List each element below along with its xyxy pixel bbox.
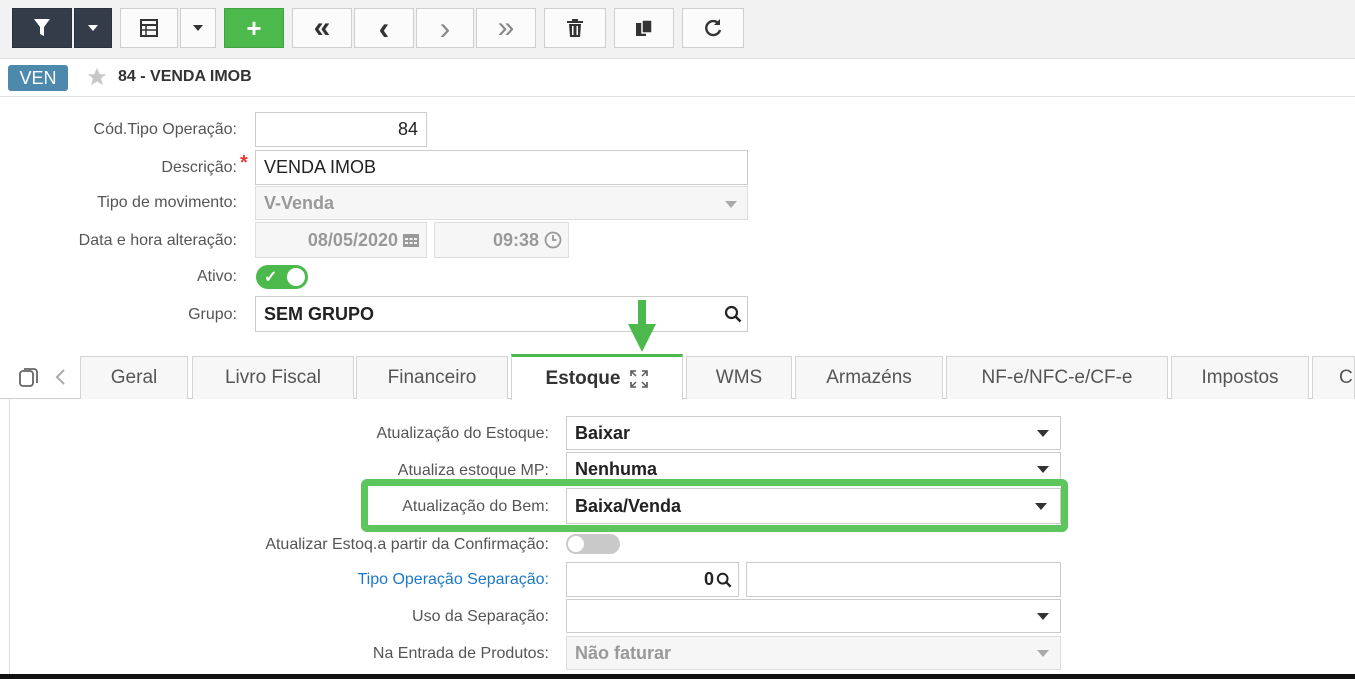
data-alteracao-value: 08/05/2020	[307, 229, 398, 250]
atualizacao-estoque-caret-icon	[1037, 430, 1049, 437]
grupo-input[interactable]: SEM GRUPO	[255, 296, 748, 332]
descricao-input[interactable]: VENDA IMOB	[255, 150, 748, 185]
tipo-operacao-separacao-descricao	[746, 562, 1061, 597]
atualizacao-estoque-label: Atualização do Estoque:	[376, 425, 549, 442]
star-icon[interactable]	[86, 66, 108, 88]
tipo-movimento-label: Tipo de movimento:	[97, 194, 237, 211]
refresh-icon	[705, 19, 722, 37]
tab-impostos[interactable]: Impostos	[1171, 356, 1309, 399]
tab-livro-fiscal[interactable]: Livro Fiscal	[192, 356, 354, 399]
search-icon[interactable]	[724, 305, 742, 323]
ativo-label: Ativo:	[196, 268, 237, 285]
tipo-operacao-separacao-input[interactable]: 0	[566, 562, 739, 597]
tab-more[interactable]: C	[1312, 356, 1355, 399]
atualiza-estoque-mp-label: Atualiza estoque MP:	[397, 462, 549, 479]
hora-alteracao-value: 09:38	[492, 229, 539, 250]
ativo-toggle[interactable]: ✓	[256, 265, 308, 289]
tabs-scroll-left-icon[interactable]	[54, 368, 66, 386]
last-record-button[interactable]: »	[476, 8, 536, 48]
toggle-knob	[568, 536, 584, 552]
data-alteracao-input[interactable]: 08/05/2020	[255, 222, 427, 258]
tab-financeiro[interactable]: Financeiro	[356, 356, 508, 399]
panel-left-border	[0, 398, 10, 679]
view-dropdown-button[interactable]	[180, 8, 216, 48]
calendar-icon	[403, 234, 419, 247]
check-icon: ✓	[264, 269, 278, 286]
next-record-button[interactable]: ›	[416, 8, 474, 48]
atualizar-confirmacao-label: Atualizar Estoq.a partir da Confirmação:	[265, 536, 549, 553]
entrada-produtos-select[interactable]: Não faturar	[566, 636, 1061, 670]
copy-tabs-icon[interactable]	[18, 366, 40, 388]
page-title: 84 - VENDA IMOB	[118, 68, 252, 85]
toggle-knob	[287, 268, 305, 286]
screen-bottom-edge	[0, 674, 1355, 679]
tab-armazens[interactable]: Armazéns	[795, 356, 943, 399]
tab-estoque[interactable]: Estoque	[511, 354, 683, 400]
uso-separacao-label: Uso da Separação:	[412, 608, 549, 625]
required-marker: *	[240, 152, 248, 174]
hora-alteracao-input[interactable]: 09:38	[434, 222, 569, 258]
cod-tipo-operacao-label: Cód.Tipo Operação:	[93, 121, 237, 138]
entrada-produtos-caret-icon	[1037, 650, 1049, 657]
grupo-label: Grupo:	[188, 306, 237, 323]
tab-wms[interactable]: WMS	[686, 356, 792, 399]
filter-icon	[34, 19, 50, 36]
copy-icon	[636, 19, 653, 36]
first-record-button[interactable]: «	[292, 8, 352, 48]
entrada-produtos-label: Na Entrada de Produtos:	[372, 645, 549, 662]
tipo-operacao-separacao-link[interactable]: Tipo Operação Separação:	[357, 570, 549, 590]
filter-button[interactable]	[12, 8, 72, 48]
module-badge: VEN	[8, 65, 68, 91]
trash-icon	[567, 19, 583, 37]
expand-icon[interactable]	[630, 369, 649, 388]
tipo-operacao-separacao-value: 0	[703, 569, 714, 589]
data-hora-label: Data e hora alteração:	[78, 232, 237, 249]
uso-separacao-select[interactable]	[566, 599, 1061, 633]
tipo-movimento-value: V-Venda	[264, 192, 335, 213]
tab-estoque-label: Estoque	[545, 367, 621, 389]
atualiza-estoque-mp-caret-icon	[1037, 466, 1049, 473]
cod-tipo-operacao-input[interactable]: 84	[255, 112, 427, 147]
search-icon[interactable]	[716, 572, 732, 588]
tipo-movimento-select[interactable]: V-Venda	[255, 186, 748, 220]
refresh-button[interactable]	[682, 8, 744, 48]
atualizar-confirmacao-toggle[interactable]	[566, 534, 620, 554]
add-button[interactable]: +	[224, 8, 284, 48]
clock-icon	[544, 231, 562, 249]
filter-dropdown-button[interactable]	[74, 8, 112, 48]
tipo-movimento-caret-icon	[725, 201, 737, 208]
tab-nfe[interactable]: NF-e/NFC-e/CF-e	[946, 356, 1168, 399]
toolbar: + « ‹ › »	[0, 0, 1355, 59]
annotation-arrow-icon	[628, 300, 656, 352]
previous-record-button[interactable]: ‹	[354, 8, 414, 48]
tab-geral[interactable]: Geral	[80, 356, 188, 399]
caret-down-icon	[88, 25, 98, 31]
caret-down-icon	[193, 25, 203, 31]
highlight-box	[361, 479, 1068, 532]
delete-button[interactable]	[544, 8, 606, 48]
grid-view-button[interactable]	[120, 8, 178, 48]
grid-icon	[140, 19, 158, 37]
uso-separacao-caret-icon	[1037, 613, 1049, 620]
copy-button[interactable]	[614, 8, 674, 48]
descricao-label: Descrição:	[161, 159, 237, 176]
atualizacao-estoque-select[interactable]: Baixar	[566, 416, 1061, 450]
